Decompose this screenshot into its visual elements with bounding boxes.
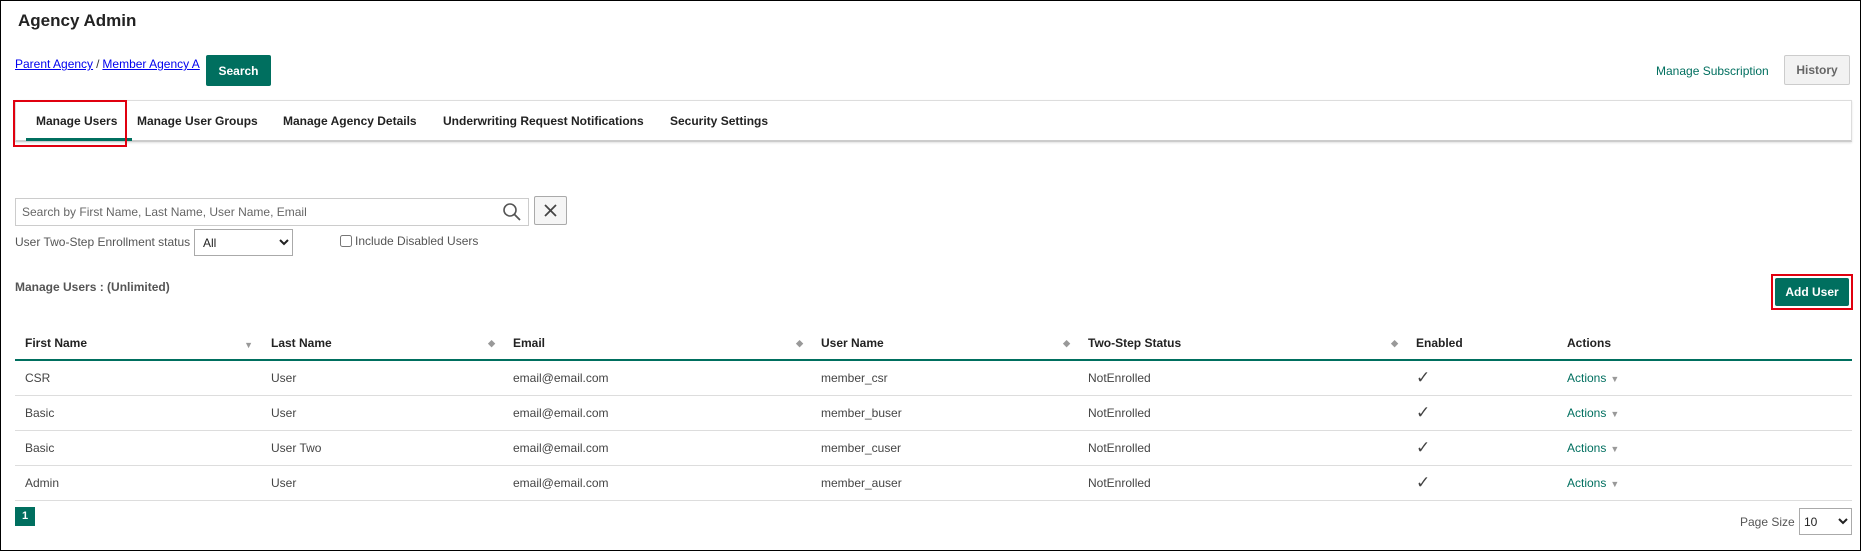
actions-dropdown[interactable]: Actions ▼ [1567,441,1619,455]
sort-desc-icon: ▼ [244,340,253,350]
column-header-last-name[interactable]: Last Name ◆ [261,327,503,361]
add-user-highlight: Add User [1771,274,1853,310]
app-frame: Agency Admin Parent Agency / Member Agency… [0,0,1861,551]
cell-email: email@email.com [503,430,811,466]
sort-icon: ◆ [488,338,495,348]
enabled-check-icon: ✓ [1406,360,1557,396]
include-disabled-users[interactable]: Include Disabled Users [340,234,478,248]
table-row: CSR User email@email.com member_csr NotE… [15,360,1852,396]
cell-first-name: Basic [15,430,261,466]
cell-email: email@email.com [503,465,811,501]
actions-dropdown[interactable]: Actions ▼ [1567,371,1619,385]
tab-manage-users[interactable]: Manage Users [26,101,132,141]
column-header-two-step-status[interactable]: Two-Step Status ◆ [1078,327,1406,361]
table-row: Basic User Two email@email.com member_cu… [15,430,1852,466]
table-row: Basic User email@email.com member_buser … [15,395,1852,431]
cell-last-name: User [261,395,503,431]
actions-dropdown[interactable]: Actions ▼ [1567,476,1619,490]
cell-first-name: CSR [15,360,261,396]
cell-email: email@email.com [503,360,811,396]
column-header-actions: Actions [1557,327,1852,361]
enrollment-status-select[interactable]: All [194,229,293,256]
enabled-check-icon: ✓ [1406,395,1557,431]
column-header-user-name[interactable]: User Name ◆ [811,327,1078,361]
clear-search-button[interactable] [534,196,567,225]
cell-two-step-status: NotEnrolled [1078,395,1406,431]
column-header-enabled: Enabled [1406,327,1557,361]
chevron-down-icon: ▼ [1610,479,1620,489]
cell-last-name: User Two [261,430,503,466]
sort-icon: ◆ [1063,338,1070,348]
tab-bar: Manage Users Manage User Groups Manage A… [15,100,1852,142]
pagination-page-1[interactable]: 1 [15,507,35,526]
history-button[interactable]: History [1784,55,1850,85]
tab-underwriting-request-notifications[interactable]: Underwriting Request Notifications [443,101,644,141]
table-header-row: First Name ▼ Last Name ◆ Email ◆ User Name ◆… [15,327,1852,361]
cell-two-step-status: NotEnrolled [1078,430,1406,466]
users-table: First Name ▼ Last Name ◆ Email ◆ User Name ◆… [15,327,1852,501]
sort-icon: ◆ [796,338,803,348]
breadcrumb: Parent Agency / Member Agency A [15,57,200,71]
chevron-down-icon: ▼ [1610,409,1620,419]
add-user-button[interactable]: Add User [1775,278,1849,306]
enabled-check-icon: ✓ [1406,465,1557,501]
cell-user-name: member_cuser [811,430,1078,466]
search-box [15,198,529,226]
search-button[interactable]: Search [206,55,271,86]
sort-icon: ◆ [1391,338,1398,348]
page-title: Agency Admin [18,11,137,30]
chevron-down-icon: ▼ [1610,374,1620,384]
chevron-down-icon: ▼ [1610,444,1620,454]
cell-user-name: member_buser [811,395,1078,431]
section-title: Manage Users : (Unlimited) [15,280,170,294]
cell-last-name: User [261,465,503,501]
breadcrumb-separator: / [96,57,100,71]
actions-dropdown[interactable]: Actions ▼ [1567,406,1619,420]
column-header-email[interactable]: Email ◆ [503,327,811,361]
search-icon[interactable] [502,202,522,222]
search-input[interactable] [16,199,508,225]
manage-subscription-link[interactable]: Manage Subscription [1656,64,1769,78]
page-size-label: Page Size [1740,515,1795,529]
tab-security-settings[interactable]: Security Settings [670,101,768,141]
cell-email: email@email.com [503,395,811,431]
tab-manage-agency-details[interactable]: Manage Agency Details [283,101,417,141]
cell-user-name: member_csr [811,360,1078,396]
column-header-first-name[interactable]: First Name ▼ [15,327,261,361]
close-icon [544,204,557,217]
table-row: Admin User email@email.com member_auser … [15,465,1852,501]
enrollment-status-label: User Two-Step Enrollment status [15,235,191,249]
cell-first-name: Admin [15,465,261,501]
include-disabled-label: Include Disabled Users [355,234,479,248]
cell-first-name: Basic [15,395,261,431]
include-disabled-checkbox[interactable] [340,235,352,247]
page-size-select[interactable]: 10 [1799,508,1852,535]
breadcrumb-parent-link[interactable]: Parent Agency [15,57,93,71]
cell-two-step-status: NotEnrolled [1078,465,1406,501]
enabled-check-icon: ✓ [1406,430,1557,466]
tab-manage-user-groups[interactable]: Manage User Groups [137,101,258,141]
cell-user-name: member_auser [811,465,1078,501]
cell-last-name: User [261,360,503,396]
cell-two-step-status: NotEnrolled [1078,360,1406,396]
breadcrumb-member-link[interactable]: Member Agency A [102,57,199,71]
